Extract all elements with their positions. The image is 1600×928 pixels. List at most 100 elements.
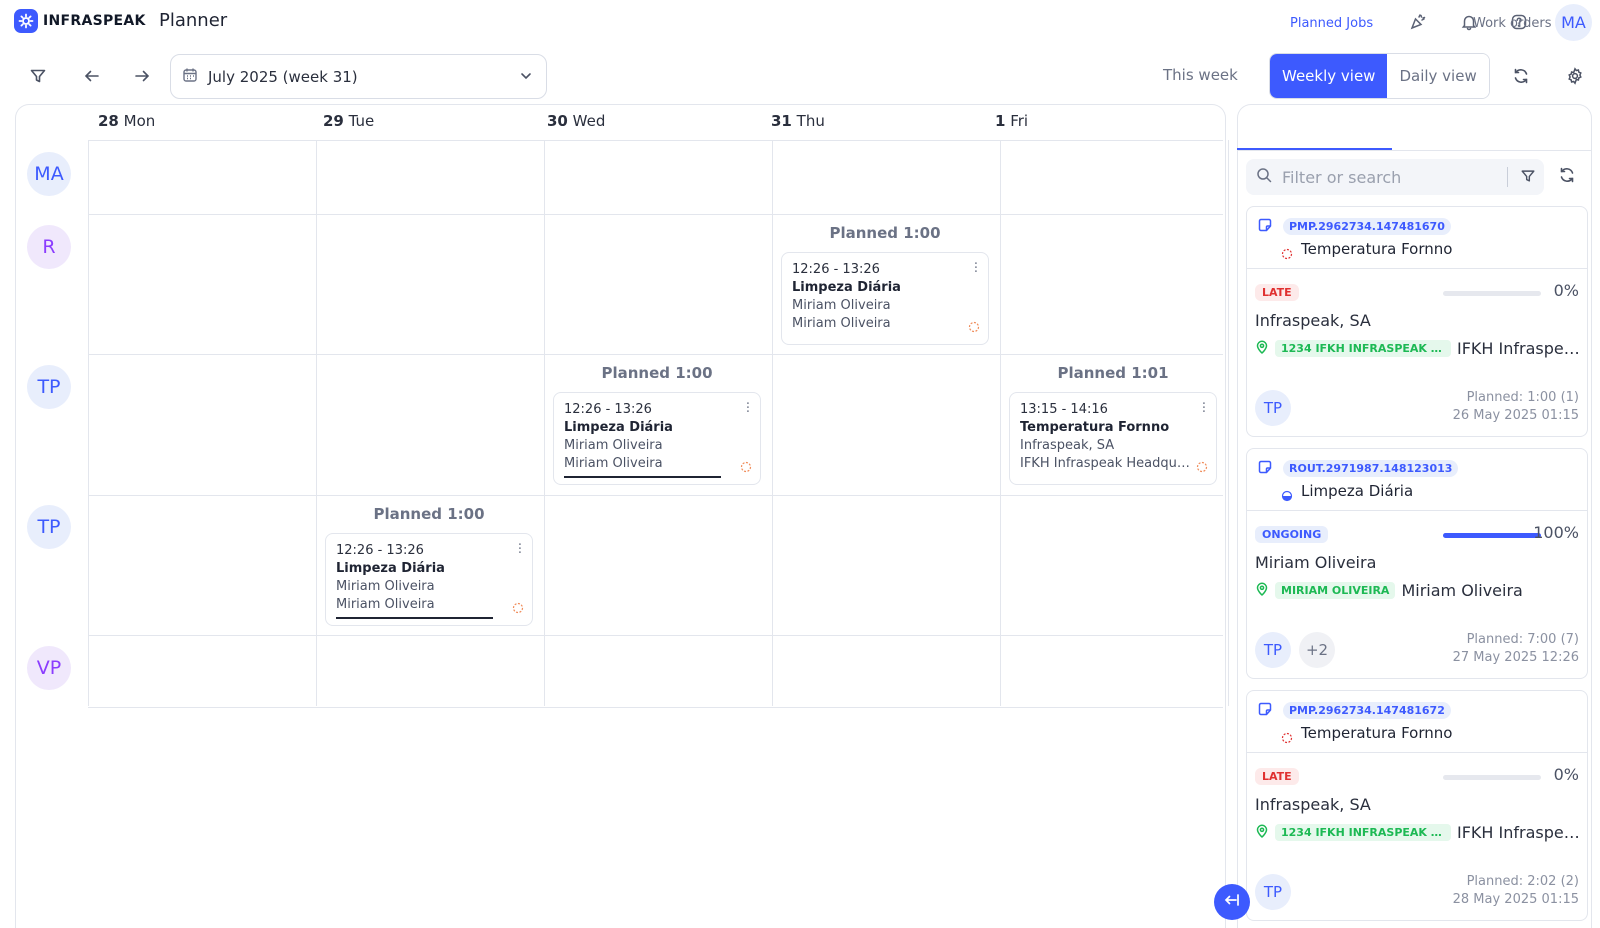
job-name: Limpeza Diária bbox=[564, 420, 673, 435]
grid-line bbox=[88, 354, 1223, 355]
progress-percent: 0% bbox=[1553, 765, 1579, 784]
more-options-icon[interactable]: · · · bbox=[746, 398, 750, 419]
more-options-icon[interactable]: · · · bbox=[974, 258, 978, 279]
planned-job-card-header[interactable]: ROUT.2971987.148123013 Limpeza Diária bbox=[1246, 448, 1588, 511]
job-line2: Miriam Oliveira bbox=[564, 456, 663, 471]
job-name: Limpeza Diária bbox=[792, 280, 901, 295]
job-card-limpeza-tue[interactable]: 12:26 - 13:26 Limpeza Diária Miriam Oliv… bbox=[325, 533, 533, 626]
more-options-icon[interactable]: · · · bbox=[518, 539, 522, 560]
tab-planned-jobs[interactable]: Planned Jobs bbox=[1290, 16, 1373, 31]
job-line1: Miriam Oliveira bbox=[792, 298, 891, 313]
planned-summary: Planned: 7:00 (7) 27 May 2025 12:26 bbox=[1453, 631, 1579, 667]
grid-line bbox=[1000, 140, 1001, 706]
previous-week-arrow-icon[interactable] bbox=[79, 63, 105, 89]
refresh-icon[interactable] bbox=[1508, 63, 1534, 89]
assignee-avatar[interactable]: TP bbox=[1255, 632, 1291, 668]
next-week-arrow-icon[interactable] bbox=[129, 63, 155, 89]
client-name: Infraspeak, SA bbox=[1255, 311, 1371, 330]
user-avatar[interactable]: MA bbox=[1555, 4, 1592, 41]
client-name: Miriam Oliveira bbox=[1255, 553, 1377, 572]
week-picker-select[interactable]: July 2025 (week 31) bbox=[170, 54, 547, 99]
row-avatar-tp[interactable]: TP bbox=[27, 365, 71, 409]
job-name: Limpeza Diária bbox=[336, 561, 445, 576]
progress-percent: 0% bbox=[1553, 281, 1579, 300]
panel-search-input[interactable]: Filter or search bbox=[1246, 159, 1544, 195]
grid-line bbox=[88, 707, 1223, 708]
week-picker-label: July 2025 (week 31) bbox=[208, 67, 358, 86]
row-avatar-tp[interactable]: TP bbox=[27, 505, 71, 549]
job-code-chip: PMP.2962734.147481670 bbox=[1283, 218, 1451, 235]
this-week-button[interactable]: This week bbox=[1163, 66, 1238, 84]
status-badge: ONGOING bbox=[1255, 526, 1329, 543]
planned-job-card-body[interactable]: LATE 0% Infraspeak, SA 1234 IFKH INFRASP… bbox=[1246, 753, 1588, 921]
progress-percent: 100% bbox=[1533, 523, 1579, 542]
grid-line bbox=[544, 140, 545, 706]
job-card-temperatura-fri[interactable]: 13:15 - 14:16 Temperatura Fornno Infrasp… bbox=[1009, 392, 1217, 485]
location-row: MIRIAM OLIVEIRA Miriam Oliveira bbox=[1255, 581, 1585, 600]
collapse-arrow-icon bbox=[1223, 891, 1241, 913]
job-time: 12:26 - 13:26 bbox=[564, 402, 652, 417]
chevron-down-icon bbox=[518, 68, 534, 88]
grid-line bbox=[88, 495, 1223, 496]
planned-hours: Planned: 2:02 (2) bbox=[1466, 874, 1579, 889]
job-time: 12:26 - 13:26 bbox=[792, 262, 880, 277]
day-header-fri: 1 Fri bbox=[995, 112, 1029, 130]
progress-underline bbox=[564, 476, 721, 478]
planned-job-card-body[interactable]: LATE 0% Infraspeak, SA 1234 IFKH INFRASP… bbox=[1246, 269, 1588, 437]
panel-refresh-icon[interactable] bbox=[1558, 166, 1576, 188]
day-header-wed: 30 Wed bbox=[547, 112, 606, 130]
planned-job-card-header[interactable]: PMP.2962734.147481670 Temperatura Fornno bbox=[1246, 206, 1588, 269]
planned-duration-label: Planned 1:00 bbox=[373, 505, 485, 523]
row-avatar-vp[interactable]: VP bbox=[27, 646, 71, 690]
calendar-icon bbox=[182, 67, 198, 87]
job-line2: Miriam Oliveira bbox=[336, 597, 435, 612]
job-code-chip: ROUT.2971987.148123013 bbox=[1283, 460, 1459, 477]
progress-bar bbox=[1443, 533, 1541, 538]
job-time: 12:26 - 13:26 bbox=[336, 543, 424, 558]
client-name: Infraspeak, SA bbox=[1255, 795, 1371, 814]
planned-job-card-header[interactable]: PMP.2962734.147481672 Temperatura Fornno bbox=[1246, 690, 1588, 753]
location-code-chip: 1234 IFKH INFRASPEAK HEADQUARTERS bbox=[1275, 340, 1451, 357]
late-status-icon bbox=[1281, 245, 1293, 264]
filter-icon[interactable] bbox=[1520, 168, 1536, 188]
more-assignees-badge[interactable]: +2 bbox=[1299, 632, 1335, 668]
brand-logo[interactable]: INFRASPEAK bbox=[14, 9, 146, 33]
page-title: Planner bbox=[159, 10, 228, 31]
collapse-panel-button[interactable] bbox=[1214, 884, 1250, 920]
more-options-icon[interactable]: · · · bbox=[1202, 398, 1206, 419]
job-card-limpeza-wed[interactable]: 12:26 - 13:26 Limpeza Diária Miriam Oliv… bbox=[553, 392, 761, 485]
assignee-avatar[interactable]: TP bbox=[1255, 390, 1291, 426]
grid-line bbox=[316, 140, 317, 706]
row-avatar-r[interactable]: R bbox=[27, 225, 71, 269]
progress-bar bbox=[1443, 291, 1541, 296]
planned-job-card-body[interactable]: ONGOING 100% Miriam Oliveira MIRIAM OLIV… bbox=[1246, 511, 1588, 679]
grid-line bbox=[772, 140, 773, 706]
planned-hours: Planned: 7:00 (7) bbox=[1466, 632, 1579, 647]
late-status-icon bbox=[1281, 729, 1293, 748]
weekly-view-button[interactable]: Weekly view bbox=[1270, 54, 1388, 98]
work-order-icon bbox=[1257, 701, 1273, 721]
row-avatar-ma[interactable]: MA bbox=[27, 152, 71, 196]
brand-name: INFRASPEAK bbox=[43, 13, 146, 29]
progress-underline bbox=[336, 617, 493, 619]
late-status-icon bbox=[512, 599, 524, 618]
location-pin-icon bbox=[1255, 823, 1269, 842]
filter-icon[interactable] bbox=[25, 63, 51, 89]
tab-work-orders[interactable]: Work orders bbox=[1473, 16, 1552, 31]
divider bbox=[1507, 167, 1508, 187]
settings-gear-icon[interactable] bbox=[1562, 63, 1588, 89]
location-name: IFKH Infraspeak Headquarters bbox=[1457, 823, 1585, 842]
planned-duration-label: Planned 1:00 bbox=[601, 364, 713, 382]
daily-view-button[interactable]: Daily view bbox=[1387, 54, 1489, 98]
location-code-chip: 1234 IFKH INFRASPEAK HEADQUARTERS bbox=[1275, 824, 1451, 841]
day-header-mon: 28 Mon bbox=[98, 112, 156, 130]
job-card-limpeza-thu[interactable]: 12:26 - 13:26 Limpeza Diária Miriam Oliv… bbox=[781, 252, 989, 345]
assignee-avatar[interactable]: TP bbox=[1255, 874, 1291, 910]
location-pin-icon bbox=[1255, 581, 1269, 600]
job-name: Temperatura Fornno bbox=[1020, 420, 1170, 435]
planned-summary: Planned: 2:02 (2) 28 May 2025 01:15 bbox=[1453, 873, 1579, 909]
late-status-icon bbox=[968, 318, 980, 337]
planned-date: 26 May 2025 01:15 bbox=[1452, 408, 1579, 423]
celebration-icon[interactable] bbox=[1405, 9, 1431, 35]
grid-line bbox=[1228, 140, 1229, 706]
